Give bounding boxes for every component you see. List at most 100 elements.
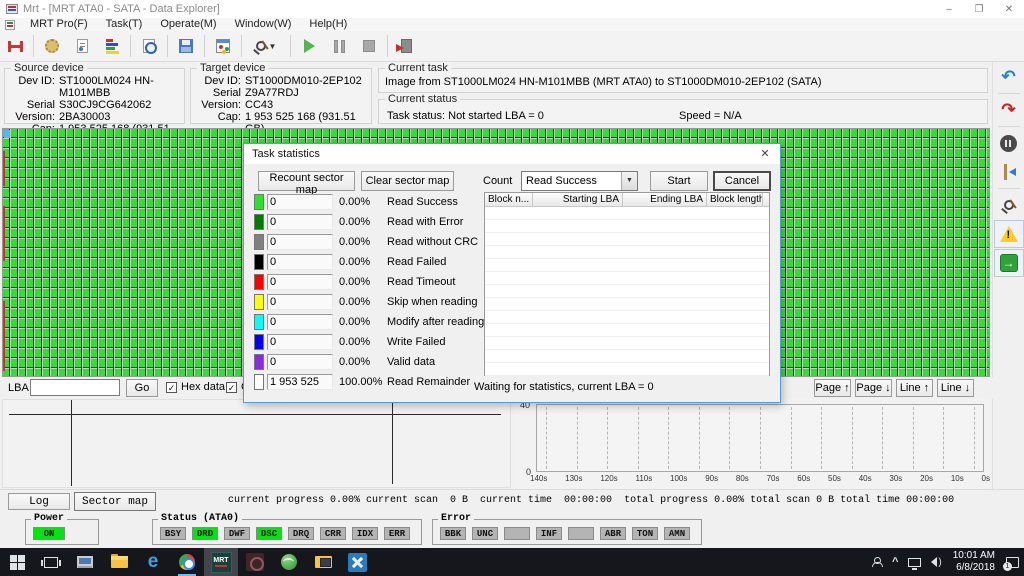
dialog-title-bar[interactable]: Task statistics ✕ [244,144,780,164]
device-info-value: Z9A77RDJ [245,87,299,99]
inspect-button[interactable]: ▼ [245,33,287,60]
restore-button[interactable]: ❐ [964,0,994,18]
window-config-button[interactable] [208,33,238,60]
people-tray-button[interactable] [867,548,887,576]
exit-button[interactable] [391,33,421,60]
taskbar-item-chrome[interactable] [170,548,204,576]
dialog-close-button[interactable]: ✕ [750,144,780,164]
nav-button-page-[interactable]: Page ↓ [855,379,892,397]
stat-label: Modify after reading [387,316,484,328]
gridline [943,407,944,469]
pause-task-button[interactable] [324,33,354,60]
taskbar-clock[interactable]: 10:01 AM 6/8/2018 [947,550,1001,574]
error-indicator-inf: INF [536,527,562,540]
taskbar-item-tools[interactable] [340,548,374,576]
table-header-1[interactable]: Starting LBA [533,193,623,206]
chevron-down-icon[interactable]: ▼ [621,172,637,190]
tray-expand-button[interactable]: ^ [887,548,903,576]
gridline [577,407,578,469]
menu-item-window-w-[interactable]: Window(W) [226,18,301,31]
stat-color-swatch [254,374,264,390]
action-center-button[interactable] [1001,548,1024,576]
folder-icon [111,556,128,568]
menu-item-task-t-[interactable]: Task(T) [97,18,152,31]
side-toolbar: ↶ ↷ → [992,62,1024,490]
clear-sector-map-button[interactable]: Clear sector map [361,171,454,191]
go-button[interactable]: → [994,249,1024,277]
document-icon [5,20,15,30]
settings-button[interactable] [37,33,67,60]
network-tray-button[interactable] [903,548,926,576]
stat-value-field: 0 [267,314,333,330]
taskbar-item-camera-folder[interactable] [306,548,340,576]
stat-label: Write Failed [387,336,445,348]
start-task-button[interactable] [294,33,324,60]
tab-log[interactable]: Log [8,493,70,510]
sector-legend-button[interactable] [97,33,127,60]
stop-icon [363,40,375,52]
stop-task-button[interactable] [354,33,384,60]
lba-input[interactable] [30,379,120,396]
cancel-button[interactable]: Cancel [713,171,771,191]
indicator-dsc: DSC [256,527,282,540]
chevron-down-icon[interactable]: ▼ [269,42,277,51]
device-info-value: ST1000DM010-2EP102 [245,75,362,87]
minimize-button[interactable]: – [934,0,964,18]
taskbar-item-globe[interactable] [272,548,306,576]
menu-item-operate-m-[interactable]: Operate(M) [151,18,225,31]
nav-button-line-[interactable]: Line ↑ [896,379,933,397]
go-button[interactable]: Go [126,379,158,397]
undo-button[interactable]: ↶ [994,63,1024,91]
speed-chart-panel: 40 0 140s130s120s110s100s90s80s70s60s50s… [514,399,990,489]
device-info-value: ST1000LM024 HN-M101MBB [59,75,180,99]
error-indicator-unc: UNC [472,527,498,540]
task-view-button[interactable] [34,548,68,576]
menu-bar: MRT Pro(F)Task(T)Operate(M)Window(W)Help… [0,18,1024,31]
lookup-button[interactable] [994,191,1024,219]
script-button[interactable] [67,33,97,60]
menu-item-help-h-[interactable]: Help(H) [300,18,356,31]
taskbar-item-explorer[interactable] [102,548,136,576]
redo-button[interactable]: ↷ [994,96,1024,124]
table-header-3[interactable]: Block length [707,193,763,206]
indicator-err: ERR [384,527,410,540]
count-select[interactable]: Read Success ▼ [521,171,638,191]
gridline [760,407,761,469]
stat-color-swatch [254,334,264,350]
windows-logo-icon [10,555,25,570]
blocks-table[interactable]: Block n...Starting LBAEnding LBABlock le… [484,192,770,376]
recount-sector-map-button[interactable]: Recount sector map [258,171,355,191]
current-task-text: Image from ST1000LM024 HN-M101MBB (MRT A… [379,69,987,88]
pause-circle-button[interactable] [994,129,1024,157]
nav-button-page-[interactable]: Page ↑ [814,379,851,397]
hex-view-panel[interactable] [2,399,511,488]
current-status-panel: Current status Task status: Not started … [378,99,988,124]
nav-button-line-[interactable]: Line ↓ [937,379,974,397]
start-button[interactable]: Start [650,171,708,191]
step-button[interactable] [994,158,1024,186]
close-button[interactable]: ✕ [994,0,1024,18]
taskbar-item-vm[interactable] [238,548,272,576]
taskbar-item-mrt[interactable]: MRT [204,548,238,576]
timer-button[interactable] [134,33,164,60]
table-header-2[interactable]: Ending LBA [623,193,707,206]
taskbar-item-computer[interactable] [68,548,102,576]
script-icon [77,39,88,53]
menu-item-mrt-pro-f-[interactable]: MRT Pro(F) [21,18,97,31]
taskbar-item-edge[interactable]: e [136,548,170,576]
hex-data-checkbox[interactable]: ✓ Hex data [166,381,225,393]
volume-tray-button[interactable]: ) [926,548,946,576]
warning-button[interactable] [994,220,1024,248]
save-icon [179,39,193,53]
undo-icon: ↶ [1001,70,1015,84]
gridline [729,407,730,469]
windows-taskbar: e MRT ^ ) 10:01 AM 6/8/2018 [0,548,1024,576]
tab-sector-map[interactable]: Sector map [74,492,156,511]
save-button[interactable] [171,33,201,60]
green-arrow-icon: → [1000,254,1018,272]
magnifier-icon [1004,200,1014,210]
table-header-0[interactable]: Block n... [485,193,533,206]
connect-device-button[interactable] [0,33,30,60]
stat-color-swatch [254,314,264,330]
start-button[interactable] [0,548,34,576]
